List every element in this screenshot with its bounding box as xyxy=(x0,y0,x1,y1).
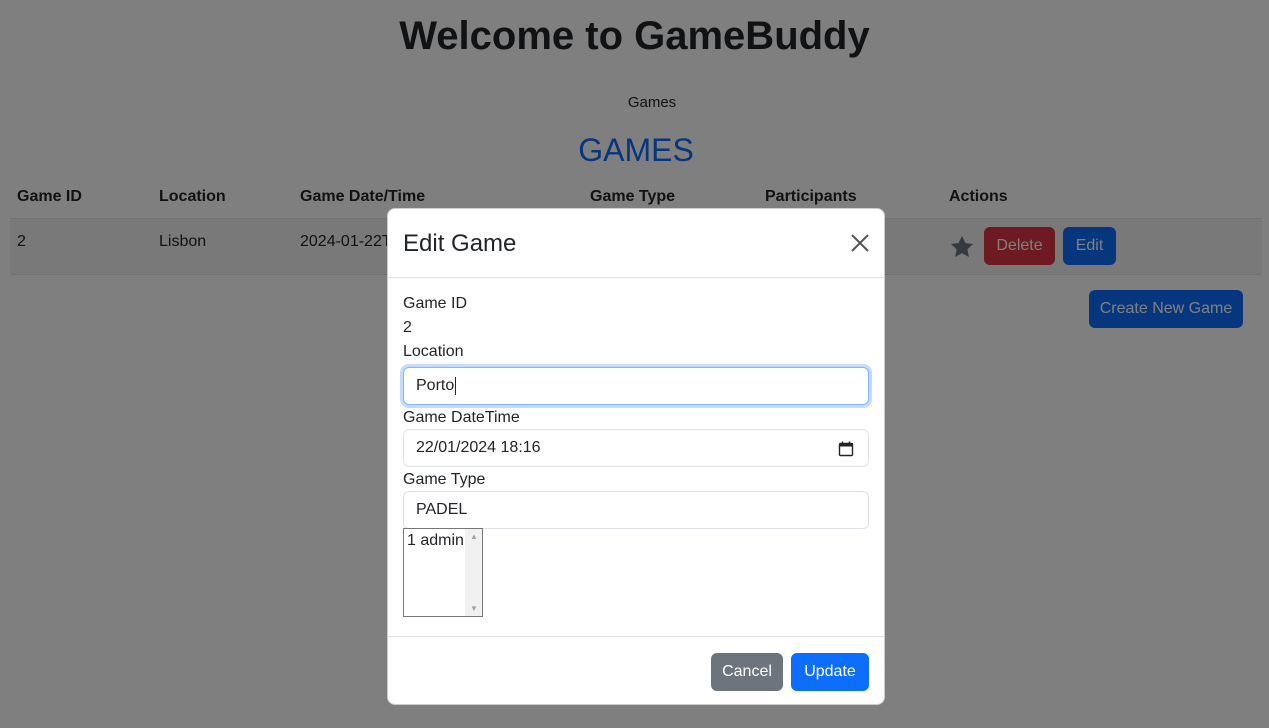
location-input-value: Porto xyxy=(416,377,455,394)
game-id-label: Game ID xyxy=(403,295,468,312)
cancel-button[interactable]: Cancel xyxy=(711,653,783,691)
location-input[interactable]: Porto xyxy=(403,367,869,405)
modal-title: Edit Game xyxy=(403,230,517,257)
game-type-label: Game Type xyxy=(403,471,486,488)
text-caret xyxy=(455,377,457,395)
participant-option[interactable]: 1 admin xyxy=(407,532,464,550)
close-icon[interactable] xyxy=(850,233,870,253)
game-type-input-value: PADEL xyxy=(416,501,468,518)
edit-game-modal: Edit Game Game ID 2 Location Porto Game … xyxy=(387,208,885,705)
update-button[interactable]: Update xyxy=(791,653,869,691)
datetime-label: Game DateTime xyxy=(403,409,520,426)
listbox-scrollbar[interactable]: ▲ ▼ xyxy=(465,529,482,616)
modal-header: Edit Game xyxy=(388,209,884,278)
scroll-down-arrow-icon[interactable]: ▼ xyxy=(470,604,478,613)
modal-footer: Cancel Update xyxy=(388,636,884,705)
game-id-value: 2 xyxy=(403,319,412,336)
game-type-input[interactable]: PADEL xyxy=(403,491,869,529)
datetime-input[interactable]: 22/01/2024 18:16 xyxy=(403,429,869,467)
datetime-input-value: 22/01/2024 18:16 xyxy=(416,439,541,456)
location-label: Location xyxy=(403,343,464,360)
participants-select[interactable]: 1 admin ▲ ▼ xyxy=(403,528,483,617)
scroll-up-arrow-icon[interactable]: ▲ xyxy=(470,532,478,541)
calendar-icon[interactable] xyxy=(838,441,854,457)
